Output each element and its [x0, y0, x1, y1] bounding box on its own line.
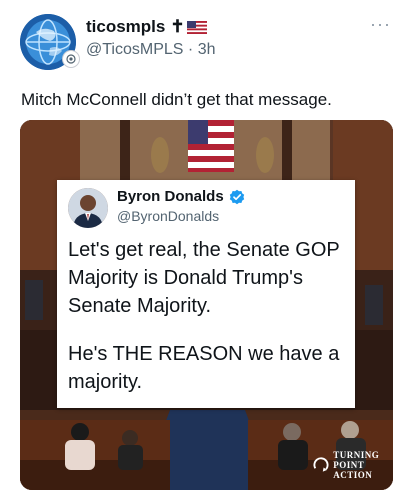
- tweet-text: Mitch McConnell didn’t get that message.: [21, 90, 332, 109]
- author-name-text: ticosmpls: [86, 17, 166, 36]
- us-flag-icon: [186, 20, 207, 34]
- meta-separator: ·: [187, 41, 194, 58]
- verified-badge-icon: [229, 189, 244, 204]
- person-avatar-icon: [68, 188, 108, 228]
- quoted-tweet-paragraph: He's THE REASON we have a majority.: [68, 343, 340, 393]
- more-options-icon[interactable]: ···: [370, 14, 391, 35]
- avatar-badge-icon: [62, 50, 80, 68]
- tweet-media-image[interactable]: Byron Donalds @ByronDonalds Let's get re…: [20, 120, 393, 490]
- quoted-author-avatar[interactable]: [68, 188, 108, 228]
- quoted-author-name[interactable]: Byron Donalds: [117, 188, 245, 205]
- author-meta: @TicosMPLS · 3h: [86, 41, 215, 59]
- quoted-tweet-paragraph: Let's get real, the Senate GOP Majority …: [68, 239, 340, 317]
- author-display-name[interactable]: ticosmpls ✝: [86, 17, 207, 37]
- quoted-name-text: Byron Donalds: [117, 188, 224, 205]
- timestamp[interactable]: 3h: [198, 41, 216, 58]
- watermark-line-2: POINT ACTION: [333, 460, 373, 480]
- turning-point-action-logo: TURNING POINT ACTION: [312, 450, 393, 480]
- watermark-line-1: TURNING: [333, 450, 380, 460]
- quoted-tweet-card[interactable]: Byron Donalds @ByronDonalds Let's get re…: [57, 180, 355, 408]
- tweet-card: ticosmpls ✝ @TicosMPLS · 3h ··· Mitch Mc…: [0, 0, 413, 500]
- quoted-author-handle: @ByronDonalds: [117, 208, 220, 224]
- cross-symbol: ✝: [170, 17, 185, 36]
- turning-point-logo-icon: [313, 457, 329, 472]
- author-handle[interactable]: @TicosMPLS: [86, 41, 183, 58]
